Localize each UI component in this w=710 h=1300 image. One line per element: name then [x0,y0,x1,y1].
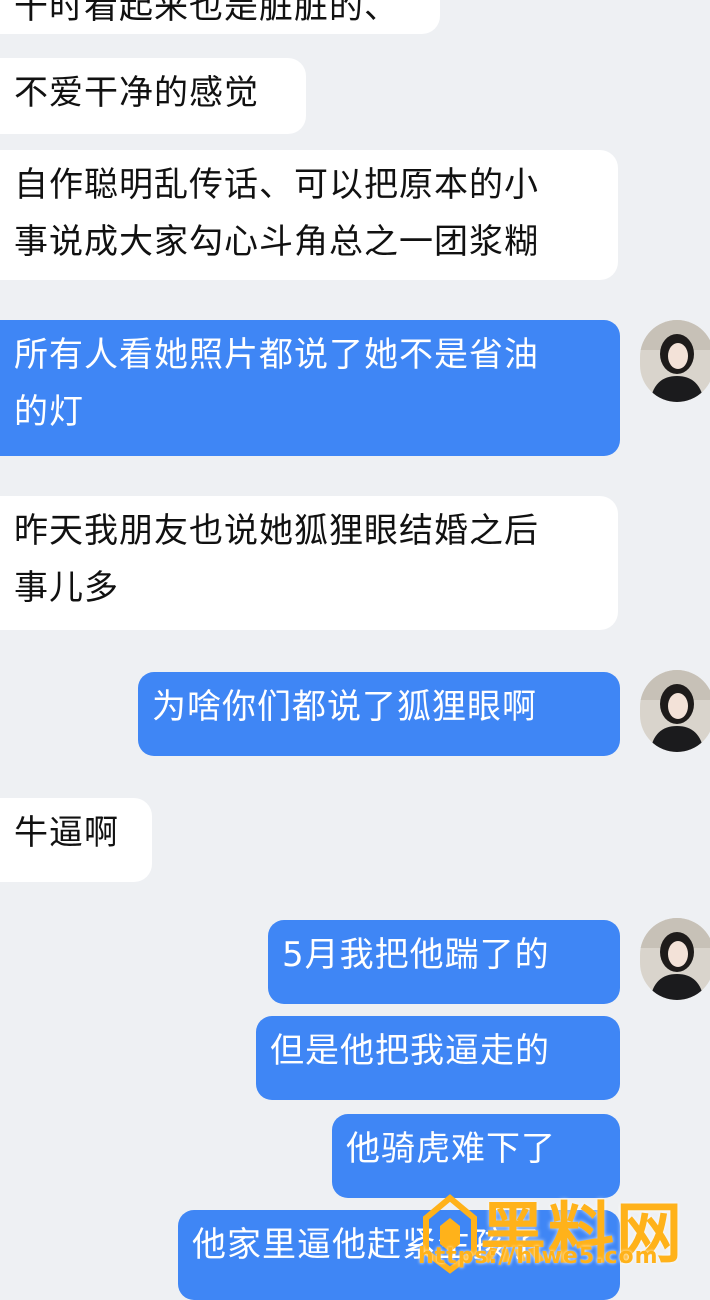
message-incoming[interactable]: 不爱干净的感觉 [0,58,306,134]
avatar[interactable] [640,918,710,1000]
message-outgoing[interactable]: 但是他把我逼走的 [256,1016,620,1100]
user-avatar-icon [640,918,710,1000]
message-outgoing[interactable]: 为啥你们都说了狐狸眼啊 [138,672,620,756]
message-incoming[interactable]: 干时看起来也是脏脏的、 [0,0,440,34]
message-incoming[interactable]: 牛逼啊 [0,798,152,882]
message-incoming[interactable]: 昨天我朋友也说她狐狸眼结婚之后 事儿多 [0,496,618,630]
user-avatar-icon [640,320,710,402]
user-avatar-icon [640,670,710,752]
message-outgoing[interactable]: 5月我把他踹了的 [268,920,620,1004]
watermark-url: https://hlwe5.com [418,1244,659,1269]
message-outgoing[interactable]: 所有人看她照片都说了她不是省油 的灯 [0,320,620,456]
avatar[interactable] [640,320,710,402]
message-incoming[interactable]: 自作聪明乱传话、可以把原本的小 事说成大家勾心斗角总之一团浆糊 [0,150,618,280]
avatar[interactable] [640,670,710,752]
